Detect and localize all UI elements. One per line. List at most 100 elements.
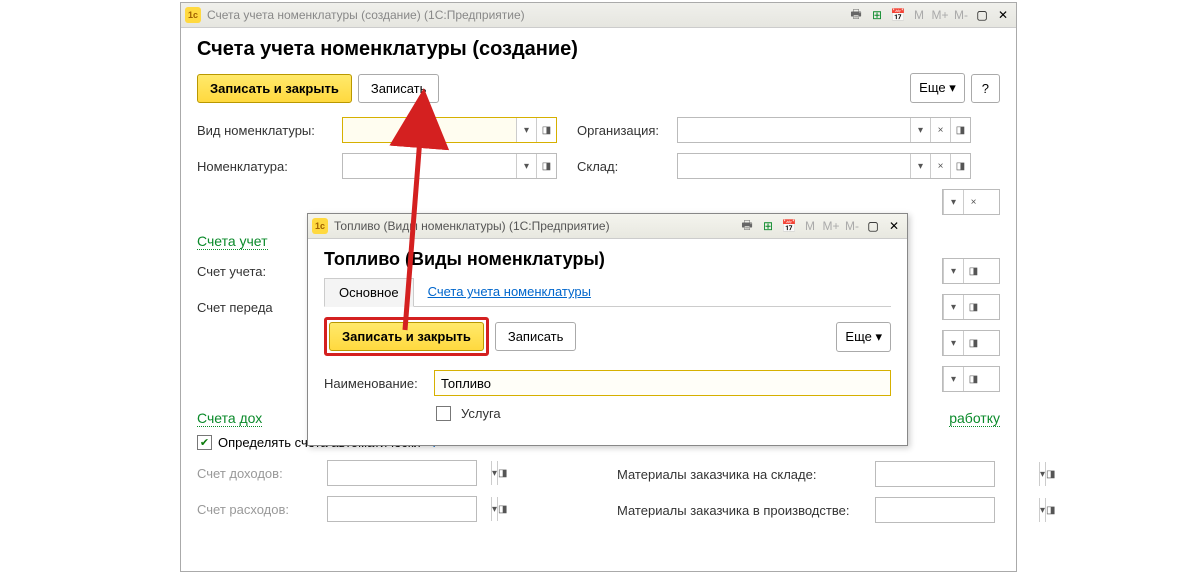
sklad-field[interactable]: ▾ × ◨ bbox=[677, 153, 971, 179]
clear-icon[interactable]: × bbox=[963, 190, 983, 214]
dialog-save-button[interactable]: Записать bbox=[495, 322, 577, 351]
label-mat-proizv: Материалы заказчика в производстве: bbox=[617, 503, 867, 518]
dohod-input[interactable] bbox=[328, 461, 491, 485]
open-icon[interactable]: ◨ bbox=[536, 154, 556, 178]
label-mat-sklad: Материалы заказчика на складе: bbox=[617, 467, 867, 482]
dialog-toolbar: Записать и закрыть Записать Еще ▾ bbox=[324, 317, 891, 356]
partial-field-4[interactable]: ▾ ◨ bbox=[942, 330, 1000, 356]
m-plus-button[interactable]: M+ bbox=[931, 6, 949, 24]
dialog-titlebar: 1c Топливо (Виды номенклатуры) (1С:Предп… bbox=[308, 214, 907, 239]
dropdown-icon[interactable]: ▾ bbox=[910, 154, 930, 178]
dropdown-icon[interactable]: ▾ bbox=[943, 259, 963, 283]
row-dohod: Счет доходов: ▾ ◨ bbox=[197, 460, 577, 486]
open-icon[interactable]: ◨ bbox=[1045, 462, 1055, 486]
print-icon[interactable]: 🖶 bbox=[738, 217, 756, 235]
open-icon[interactable]: ◨ bbox=[950, 118, 970, 142]
mat-proizv-field[interactable]: ▾ ◨ bbox=[875, 497, 995, 523]
row-mat-sklad: Материалы заказчика на складе: ▾ ◨ bbox=[617, 461, 1000, 487]
open-icon[interactable]: ◨ bbox=[1045, 498, 1055, 522]
dropdown-icon[interactable]: ▾ bbox=[516, 118, 536, 142]
page-title: Счета учета номенклатуры (создание) bbox=[197, 38, 1000, 61]
app-1c-icon: 1c bbox=[312, 218, 328, 234]
dohod-field[interactable]: ▾ ◨ bbox=[327, 460, 477, 486]
partial-field-2[interactable]: ▾ ◨ bbox=[942, 258, 1000, 284]
save-close-button[interactable]: Записать и закрыть bbox=[197, 74, 352, 103]
minimize-icon[interactable]: ▢ bbox=[864, 217, 882, 235]
main-titlebar: 1c Счета учета номенклатуры (создание) (… bbox=[181, 3, 1016, 28]
open-icon[interactable]: ◨ bbox=[963, 367, 983, 391]
open-icon[interactable]: ◨ bbox=[497, 497, 507, 521]
section-uchet: Счета учет bbox=[197, 233, 268, 250]
dialog-page-title: Топливо (Виды номенклатуры) bbox=[324, 249, 891, 270]
open-icon[interactable]: ◨ bbox=[963, 295, 983, 319]
calculator-icon[interactable]: ⊞ bbox=[759, 217, 777, 235]
label-vid-nomen: Вид номенклатуры: bbox=[197, 123, 332, 138]
row-vid-org: Вид номенклатуры: ▾ ◨ Организация: ▾ × ◨ bbox=[197, 117, 1000, 143]
minimize-icon[interactable]: ▢ bbox=[973, 6, 991, 24]
label-org: Организация: bbox=[577, 123, 667, 138]
dropdown-icon[interactable]: ▾ bbox=[943, 190, 963, 214]
m-button[interactable]: M bbox=[910, 6, 928, 24]
save-button[interactable]: Записать bbox=[358, 74, 440, 103]
open-icon[interactable]: ◨ bbox=[963, 331, 983, 355]
calendar-icon[interactable]: 📅 bbox=[889, 6, 907, 24]
m-plus-button[interactable]: M+ bbox=[822, 217, 840, 235]
dropdown-icon[interactable]: ▾ bbox=[516, 154, 536, 178]
auto-checkbox[interactable]: ✔ bbox=[197, 435, 212, 450]
dropdown-icon[interactable]: ▾ bbox=[943, 331, 963, 355]
sklad-input[interactable] bbox=[678, 154, 910, 178]
open-icon[interactable]: ◨ bbox=[536, 118, 556, 142]
close-icon[interactable]: ✕ bbox=[885, 217, 903, 235]
org-input[interactable] bbox=[678, 118, 910, 142]
calculator-icon[interactable]: ⊞ bbox=[868, 6, 886, 24]
open-icon[interactable]: ◨ bbox=[963, 259, 983, 283]
tab-accounts[interactable]: Счета учета номенклатуры bbox=[414, 278, 605, 306]
app-1c-icon: 1c bbox=[185, 7, 201, 23]
rashod-field[interactable]: ▾ ◨ bbox=[327, 496, 477, 522]
mat-sklad-field[interactable]: ▾ ◨ bbox=[875, 461, 995, 487]
m-button[interactable]: M bbox=[801, 217, 819, 235]
open-icon[interactable]: ◨ bbox=[497, 461, 507, 485]
clear-icon[interactable]: × bbox=[930, 154, 950, 178]
nomen-input[interactable] bbox=[343, 154, 516, 178]
row-mat-proizv: Материалы заказчика в производстве: ▾ ◨ bbox=[617, 497, 1000, 523]
main-toolbar: Записать и закрыть Записать Еще ▾ ? bbox=[197, 73, 1000, 103]
main-window-title: Счета учета номенклатуры (создание) (1С:… bbox=[207, 8, 847, 22]
m-minus-button[interactable]: M- bbox=[952, 6, 970, 24]
label-schet: Счет учета: bbox=[197, 264, 317, 279]
vid-nomen-field[interactable]: ▾ ◨ bbox=[342, 117, 557, 143]
tab-main[interactable]: Основное bbox=[324, 278, 414, 307]
more-button[interactable]: Еще ▾ bbox=[910, 73, 965, 103]
partial-field-1[interactable]: ▾ × bbox=[942, 189, 1000, 215]
titlebar-tools: 🖶 ⊞ 📅 M M+ M- ▢ ✕ bbox=[847, 6, 1012, 24]
org-field[interactable]: ▾ × ◨ bbox=[677, 117, 971, 143]
clear-icon[interactable]: × bbox=[930, 118, 950, 142]
calendar-icon[interactable]: 📅 bbox=[780, 217, 798, 235]
partial-field-5[interactable]: ▾ ◨ bbox=[942, 366, 1000, 392]
dropdown-icon[interactable]: ▾ bbox=[943, 367, 963, 391]
service-checkbox[interactable]: ✔ bbox=[436, 406, 451, 421]
label-nomen: Номенклатура: bbox=[197, 159, 332, 174]
mat-sklad-input[interactable] bbox=[876, 462, 1039, 486]
name-input[interactable] bbox=[434, 370, 891, 396]
row-rashod: Счет расходов: ▾ ◨ bbox=[197, 496, 577, 522]
mat-proizv-input[interactable] bbox=[876, 498, 1039, 522]
dropdown-icon[interactable]: ▾ bbox=[910, 118, 930, 142]
dialog-save-close-button[interactable]: Записать и закрыть bbox=[329, 322, 484, 351]
row-hidden-1: ▾ × bbox=[197, 189, 1000, 215]
label-sklad: Склад: bbox=[577, 159, 667, 174]
print-icon[interactable]: 🖶 bbox=[847, 6, 865, 24]
rashod-input[interactable] bbox=[328, 497, 491, 521]
label-service: Услуга bbox=[461, 406, 501, 421]
m-minus-button[interactable]: M- bbox=[843, 217, 861, 235]
vid-nomen-input[interactable] bbox=[343, 118, 516, 142]
help-button[interactable]: ? bbox=[971, 74, 1000, 103]
dialog-window-title: Топливо (Виды номенклатуры) (1С:Предприя… bbox=[334, 219, 738, 233]
dialog-more-button[interactable]: Еще ▾ bbox=[836, 322, 891, 352]
dropdown-icon[interactable]: ▾ bbox=[943, 295, 963, 319]
open-icon[interactable]: ◨ bbox=[950, 154, 970, 178]
nomen-field[interactable]: ▾ ◨ bbox=[342, 153, 557, 179]
close-icon[interactable]: ✕ bbox=[994, 6, 1012, 24]
partial-field-3[interactable]: ▾ ◨ bbox=[942, 294, 1000, 320]
section-dohod: Счета дох bbox=[197, 410, 262, 427]
